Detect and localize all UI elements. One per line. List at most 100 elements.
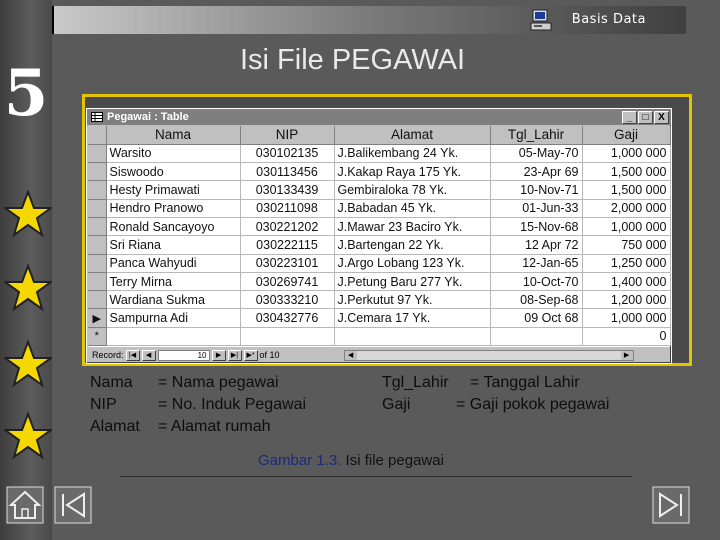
cell-nip[interactable]: 030269741 <box>240 272 335 292</box>
horizontal-scrollbar[interactable]: ◀ ▶ <box>343 349 634 361</box>
home-icon[interactable] <box>6 486 44 524</box>
cell-tgl-lahir[interactable]: 23-Apr 69 <box>490 162 583 182</box>
cell-nip[interactable]: 030102135 <box>240 144 335 164</box>
cell-gaji[interactable]: 0 <box>582 327 671 347</box>
cell-gaji[interactable]: 1,000 000 <box>582 144 671 164</box>
close-button[interactable]: X <box>654 110 669 124</box>
table-row[interactable]: Hendro Pranowo 030211098 J.Babadan 45 Yk. 0… <box>88 199 671 218</box>
cell-nip[interactable]: 030333210 <box>240 290 335 310</box>
column-header[interactable]: NIP <box>240 126 335 145</box>
cell-nama[interactable]: Terry Mirna <box>106 272 241 292</box>
column-header[interactable]: Nama <box>106 126 241 145</box>
cell-nip[interactable]: 030221202 <box>240 217 335 237</box>
cell-alamat[interactable]: J.Perkutut 97 Yk. <box>334 290 491 310</box>
row-selector[interactable] <box>88 235 107 255</box>
cell-nip[interactable]: 030133439 <box>240 180 335 200</box>
first-record-button[interactable]: |◀ <box>125 349 140 361</box>
new-row-marker[interactable]: * <box>88 327 107 347</box>
cell-nama[interactable]: Siswoodo <box>106 162 241 182</box>
cell-tgl-lahir[interactable] <box>490 327 583 347</box>
cell-nama[interactable]: Hesty Primawati <box>106 180 241 200</box>
column-header[interactable]: Gaji <box>582 126 671 145</box>
corner-selector[interactable] <box>88 126 107 145</box>
row-selector[interactable] <box>88 254 107 273</box>
table-row[interactable]: Panca Wahyudi 030223101 J.Argo Lobang 123 … <box>88 254 671 273</box>
cell-gaji[interactable]: 2,000 000 <box>582 199 671 218</box>
cell-nama[interactable]: Sri Riana <box>106 235 241 255</box>
cell-tgl-lahir[interactable]: 12 Apr 72 <box>490 235 583 255</box>
row-selector[interactable] <box>88 199 107 218</box>
cell-alamat[interactable]: Gembiraloka 78 Yk. <box>334 180 491 200</box>
record-number-input[interactable]: 10 <box>157 349 210 361</box>
new-record-row[interactable]: * 0 <box>88 327 671 347</box>
cell-tgl-lahir[interactable]: 05-May-70 <box>490 144 583 164</box>
cell-nip[interactable]: 030222115 <box>240 235 335 255</box>
cell-nama[interactable]: Wardiana Sukma <box>106 290 241 310</box>
cell-gaji[interactable]: 1,000 000 <box>582 217 671 237</box>
table-row[interactable]: Warsito 030102135 J.Balikembang 24 Yk. 05-M… <box>88 144 671 164</box>
cell-nama[interactable]: Hendro Pranowo <box>106 199 241 218</box>
cell-alamat[interactable]: J.Cemara 17 Yk. <box>334 308 491 328</box>
row-selector[interactable] <box>88 144 107 164</box>
scroll-right-icon[interactable]: ▶ <box>620 350 633 360</box>
cell-nama[interactable]: Warsito <box>106 144 241 164</box>
cell-alamat[interactable]: J.Bartengan 22 Yk. <box>334 235 491 255</box>
table-row[interactable]: Terry Mirna 030269741 J.Petung Baru 277 Yk… <box>88 272 671 292</box>
minimize-button[interactable]: _ <box>622 110 637 124</box>
prev-slide-icon[interactable] <box>54 486 92 524</box>
cell-alamat[interactable]: J.Kakap Raya 175 Yk. <box>334 162 491 182</box>
table-row[interactable]: Ronald Sancayoyo 030221202 J.Mawar 23 Baci… <box>88 217 671 237</box>
cell-alamat[interactable]: J.Petung Baru 277 Yk. <box>334 272 491 292</box>
cell-nama[interactable]: Sampurna Adi <box>106 308 241 328</box>
table-row[interactable]: Sri Riana 030222115 J.Bartengan 22 Yk. 12 A… <box>88 235 671 255</box>
row-selector[interactable] <box>88 162 107 182</box>
cell-nip[interactable]: 030223101 <box>240 254 335 273</box>
cell-nip[interactable]: 030211098 <box>240 199 335 218</box>
cell-nip[interactable] <box>240 327 335 347</box>
table-row[interactable]: Siswoodo 030113456 J.Kakap Raya 175 Yk. 23-… <box>88 162 671 182</box>
table-row[interactable]: Wardiana Sukma 030333210 J.Perkutut 97 Yk.… <box>88 290 671 310</box>
new-record-button[interactable]: ▶* <box>243 349 258 361</box>
cell-nip[interactable]: 030432776 <box>240 308 335 328</box>
cell-gaji[interactable]: 1,500 000 <box>582 180 671 200</box>
maximize-button[interactable]: □ <box>638 110 653 124</box>
row-selector[interactable] <box>88 180 107 200</box>
cell-gaji[interactable]: 1,000 000 <box>582 308 671 328</box>
row-selector[interactable] <box>88 290 107 310</box>
column-header[interactable]: Alamat <box>334 126 491 145</box>
row-selector[interactable] <box>88 217 107 237</box>
column-header[interactable]: Tgl_Lahir <box>490 126 583 145</box>
scroll-left-icon[interactable]: ◀ <box>344 350 357 360</box>
next-record-button[interactable]: ▶ <box>211 349 226 361</box>
cell-gaji[interactable]: 1,200 000 <box>582 290 671 310</box>
prev-record-button[interactable]: ◀ <box>141 349 156 361</box>
cell-nama[interactable] <box>106 327 241 347</box>
next-slide-icon[interactable] <box>652 486 690 524</box>
cell-gaji[interactable]: 750 000 <box>582 235 671 255</box>
cell-alamat[interactable]: J.Mawar 23 Baciro Yk. <box>334 217 491 237</box>
cell-nip[interactable]: 030113456 <box>240 162 335 182</box>
cell-tgl-lahir[interactable]: 10-Oct-70 <box>490 272 583 292</box>
table-row[interactable]: ▶ Sampurna Adi 030432776 J.Cemara 17 Yk. 09 … <box>88 308 671 328</box>
cell-tgl-lahir[interactable]: 08-Sep-68 <box>490 290 583 310</box>
cell-tgl-lahir[interactable]: 01-Jun-33 <box>490 199 583 218</box>
cell-nama[interactable]: Panca Wahyudi <box>106 254 241 273</box>
cell-alamat[interactable]: J.Argo Lobang 123 Yk. <box>334 254 491 273</box>
cell-gaji[interactable]: 1,400 000 <box>582 272 671 292</box>
cell-nama[interactable]: Ronald Sancayoyo <box>106 217 241 237</box>
cell-alamat[interactable]: J.Babadan 45 Yk. <box>334 199 491 218</box>
cell-gaji[interactable]: 1,500 000 <box>582 162 671 182</box>
cell-alamat[interactable] <box>334 327 491 347</box>
cell-gaji[interactable]: 1,250 000 <box>582 254 671 273</box>
cell-alamat[interactable]: J.Balikembang 24 Yk. <box>334 144 491 164</box>
datasheet-grid[interactable]: Nama NIP Alamat Tgl_Lahir Gaji Warsito 03… <box>88 126 671 347</box>
row-selector[interactable] <box>88 272 107 292</box>
cell-tgl-lahir[interactable]: 09 Oct 68 <box>490 308 583 328</box>
cell-tgl-lahir[interactable]: 10-Nov-71 <box>490 180 583 200</box>
cell-tgl-lahir[interactable]: 12-Jan-65 <box>490 254 583 273</box>
last-record-button[interactable]: ▶| <box>227 349 242 361</box>
window-titlebar[interactable]: Pegawai : Table _ □ X <box>87 109 671 125</box>
row-selector[interactable]: ▶ <box>88 308 107 328</box>
cell-tgl-lahir[interactable]: 15-Nov-68 <box>490 217 583 237</box>
table-row[interactable]: Hesty Primawati 030133439 Gembiraloka 78 Y… <box>88 180 671 200</box>
